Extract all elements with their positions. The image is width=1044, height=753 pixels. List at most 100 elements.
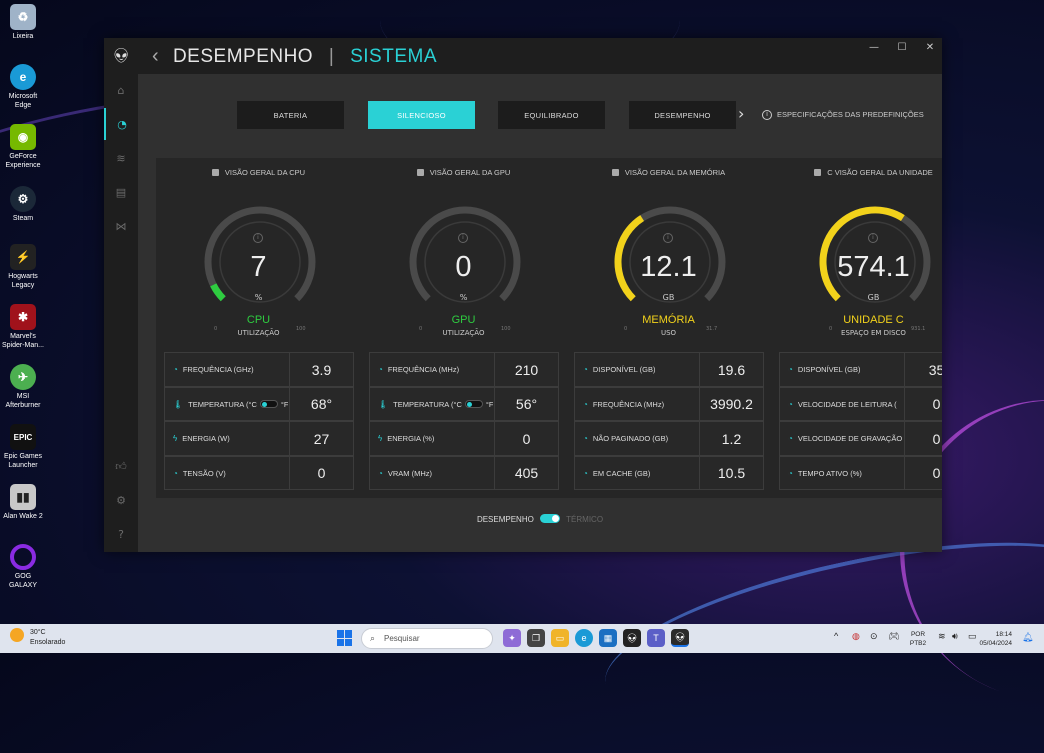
preset-desempenho[interactable]: DESEMPENHO — [629, 101, 736, 129]
preset-silencioso[interactable]: SILENCIOSO — [368, 101, 475, 129]
metric-value: 10.5 — [699, 456, 763, 490]
library-icon[interactable]: ▤ — [104, 176, 138, 208]
clock[interactable]: 18:14 05/04/2024 — [972, 630, 1012, 648]
alien-logo-icon[interactable]: 👽︎ — [104, 40, 138, 72]
desktop-icon-alanwake[interactable]: ▮▮ Alan Wake 2 — [0, 484, 46, 521]
desktop-icon-epic[interactable]: EPIC Epic Games Launcher — [0, 424, 46, 470]
mode-toggle[interactable] — [540, 514, 561, 523]
preset-equilibrado[interactable]: EQUILIBRADO — [498, 101, 605, 129]
unit-toggle[interactable] — [464, 399, 483, 408]
gauge-value: 12.1 — [640, 251, 697, 283]
bolt-icon: ϟ — [378, 434, 383, 443]
metric-row: 🌡︎TEMPERATURA (°C°F) 68° — [164, 386, 354, 421]
mode-switch[interactable]: DESEMPENHO TÉRMICO — [138, 514, 942, 524]
back-chevron-icon[interactable]: ‹ — [152, 45, 159, 67]
metric-label: ◔ VELOCIDADE DE LEITURA ( — [788, 399, 897, 409]
notification-bell-icon[interactable]: 🔔︎ — [1022, 632, 1033, 643]
tray-network-app-icon[interactable]: ⊙ — [870, 631, 878, 642]
preset-bar: BATERIA SILENCIOSO EQUILIBRADO DESEMPENH… — [138, 101, 942, 131]
overview-card-2: VISÃO GERAL DA MEMÓRIA i 12.1 GB 0 31.7 … — [566, 158, 771, 498]
minimize-button[interactable]: — — [866, 42, 882, 53]
metric-row: ◔ TEMPO ATIVO (%) 0 — [779, 455, 942, 490]
copilot-icon[interactable]: ✦ — [503, 629, 521, 647]
desktop-icon-hogwarts[interactable]: ⚡ Hogwarts Legacy — [0, 244, 46, 290]
metric-label: ϟ ENERGIA (W) — [173, 434, 230, 443]
wifi-icon[interactable]: ≋ — [938, 631, 946, 642]
help-icon[interactable]: ? — [104, 518, 138, 550]
taskbar-search[interactable]: ⌕ Pesquisar — [361, 628, 493, 649]
desktop-icon-spiderman[interactable]: ✱ Marvel's Spider-Man... — [0, 304, 46, 350]
metric-value: 405 — [494, 456, 558, 490]
metric-row: 🌡︎TEMPERATURA (°C°F) 56° — [369, 386, 559, 421]
info-icon[interactable]: i — [663, 233, 673, 243]
card-title: VISÃO GERAL DA CPU — [156, 168, 361, 177]
task-view-icon[interactable]: ❐ — [527, 629, 545, 647]
gauge-subtitle: ESPAÇO EM DISCO — [841, 329, 906, 337]
store-icon[interactable]: ▦ — [599, 629, 617, 647]
gauge-subtitle: UTILIZAÇÃO — [237, 329, 280, 337]
hogwarts-icon: ⚡ — [10, 244, 36, 270]
chevron-up-icon[interactable]: ^ — [834, 631, 838, 641]
performance-icon[interactable]: ◔ — [104, 108, 138, 140]
fusion-icon[interactable]: ⋈ — [104, 210, 138, 242]
desktop-icon-msi[interactable]: ✈ MSI Afterburner — [0, 364, 46, 410]
metrics-list: ◔ DISPONÍVEL (GB) 35 ◔ VELOCIDADE DE LEITU… — [779, 352, 942, 490]
metric-row: ◔ TENSÃO (V) 0 — [164, 455, 354, 490]
metric-value: 0 — [904, 456, 942, 490]
chevron-right-icon[interactable]: › — [738, 104, 744, 123]
volume-icon[interactable]: 🔊︎ — [952, 631, 958, 642]
metric-value: 0 — [904, 387, 942, 421]
preset-specs-link[interactable]: i ESPECIFICAÇÕES DAS PREDEFINIÇÕES — [762, 110, 924, 121]
alienware-icon[interactable]: 👽︎ — [623, 629, 641, 647]
edge-taskbar-icon[interactable]: e — [575, 629, 593, 647]
sidebar: 👽︎ ⌂ ◔ ≋ ▤ ⋈ 👍︎ ⚙ ? — [104, 38, 138, 552]
desktop-icon-lixeira[interactable]: ♻ Lixeira — [0, 4, 46, 41]
metric-value: 210 — [494, 353, 558, 386]
metric-label: ϟ ENERGIA (%) — [378, 434, 435, 443]
teams-icon[interactable]: T — [647, 629, 665, 647]
gauge-value: 574.1 — [837, 251, 910, 283]
metric-value: 27 — [289, 422, 353, 455]
unit-toggle[interactable] — [259, 399, 278, 408]
content-area: BATERIA SILENCIOSO EQUILIBRADO DESEMPENH… — [138, 74, 942, 552]
desktop-icon-geforce[interactable]: ◉ GeForce Experience — [0, 124, 46, 170]
info-icon[interactable]: i — [868, 233, 878, 243]
gauge-icon: ◔ — [378, 365, 383, 374]
gear-icon[interactable]: ⚙ — [104, 484, 138, 516]
metric-label: ◔ VELOCIDADE DE GRAVAÇÃO — [788, 434, 903, 443]
close-button[interactable]: ✕ — [922, 42, 938, 53]
metric-label: ◔ DISPONÍVEL (GB) — [583, 365, 656, 374]
weather-widget[interactable]: 30°C Ensolarado — [10, 628, 65, 648]
lighting-icon[interactable]: ≋ — [104, 142, 138, 174]
alan-wake-icon: ▮▮ — [10, 484, 36, 510]
gauge-icon: ◔ — [788, 399, 793, 409]
desktop-icon-edge[interactable]: e Microsoft Edge — [0, 64, 46, 110]
gauge-name: MEMÓRIA — [642, 314, 695, 326]
desktop-icon-gog[interactable]: GOG GALAXY — [0, 544, 46, 590]
tray-app-icon[interactable]: ◍ — [852, 631, 860, 642]
language-indicator[interactable]: POR PTB2 — [908, 630, 928, 648]
info-icon[interactable]: i — [253, 233, 263, 243]
windows-start-icon[interactable] — [337, 630, 353, 646]
gamepad-icon[interactable]: 🎮︎ — [888, 631, 899, 642]
home-icon[interactable]: ⌂ — [104, 74, 138, 106]
info-icon[interactable]: i — [458, 233, 468, 243]
file-explorer-icon[interactable]: ▭ — [551, 629, 569, 647]
maximize-button[interactable]: ☐ — [894, 42, 910, 53]
metric-label: ◔ FREQUÊNCIA (GHz) — [173, 365, 254, 374]
alienware-command-center-icon[interactable]: 👽︎ — [671, 629, 689, 647]
preset-bateria[interactable]: BATERIA — [237, 101, 344, 129]
taskbar: 30°C Ensolarado ⌕ Pesquisar ✦ ❐ ▭ e ▦ 👽︎ T… — [0, 624, 1044, 653]
gauge-icon: ◔ — [583, 399, 588, 409]
metric-value: 1.2 — [699, 422, 763, 455]
thermometer-icon: 🌡︎ — [378, 399, 389, 409]
metric-label: ◔ NÃO PAGINADO (GB) — [583, 434, 669, 443]
thermometer-icon: 🌡︎ — [173, 399, 184, 409]
metric-label: ◔ EM CACHE (GB) — [583, 468, 651, 478]
gauge-name: GPU — [451, 314, 476, 326]
metric-row: ◔ VRAM (MHz) 405 — [369, 455, 559, 490]
desktop-icon-steam[interactable]: ⚙ Steam — [0, 186, 46, 223]
gauge-unit: GB — [662, 293, 675, 302]
thumbs-up-icon[interactable]: 👍︎ — [104, 450, 138, 482]
card-type-icon — [416, 169, 424, 176]
